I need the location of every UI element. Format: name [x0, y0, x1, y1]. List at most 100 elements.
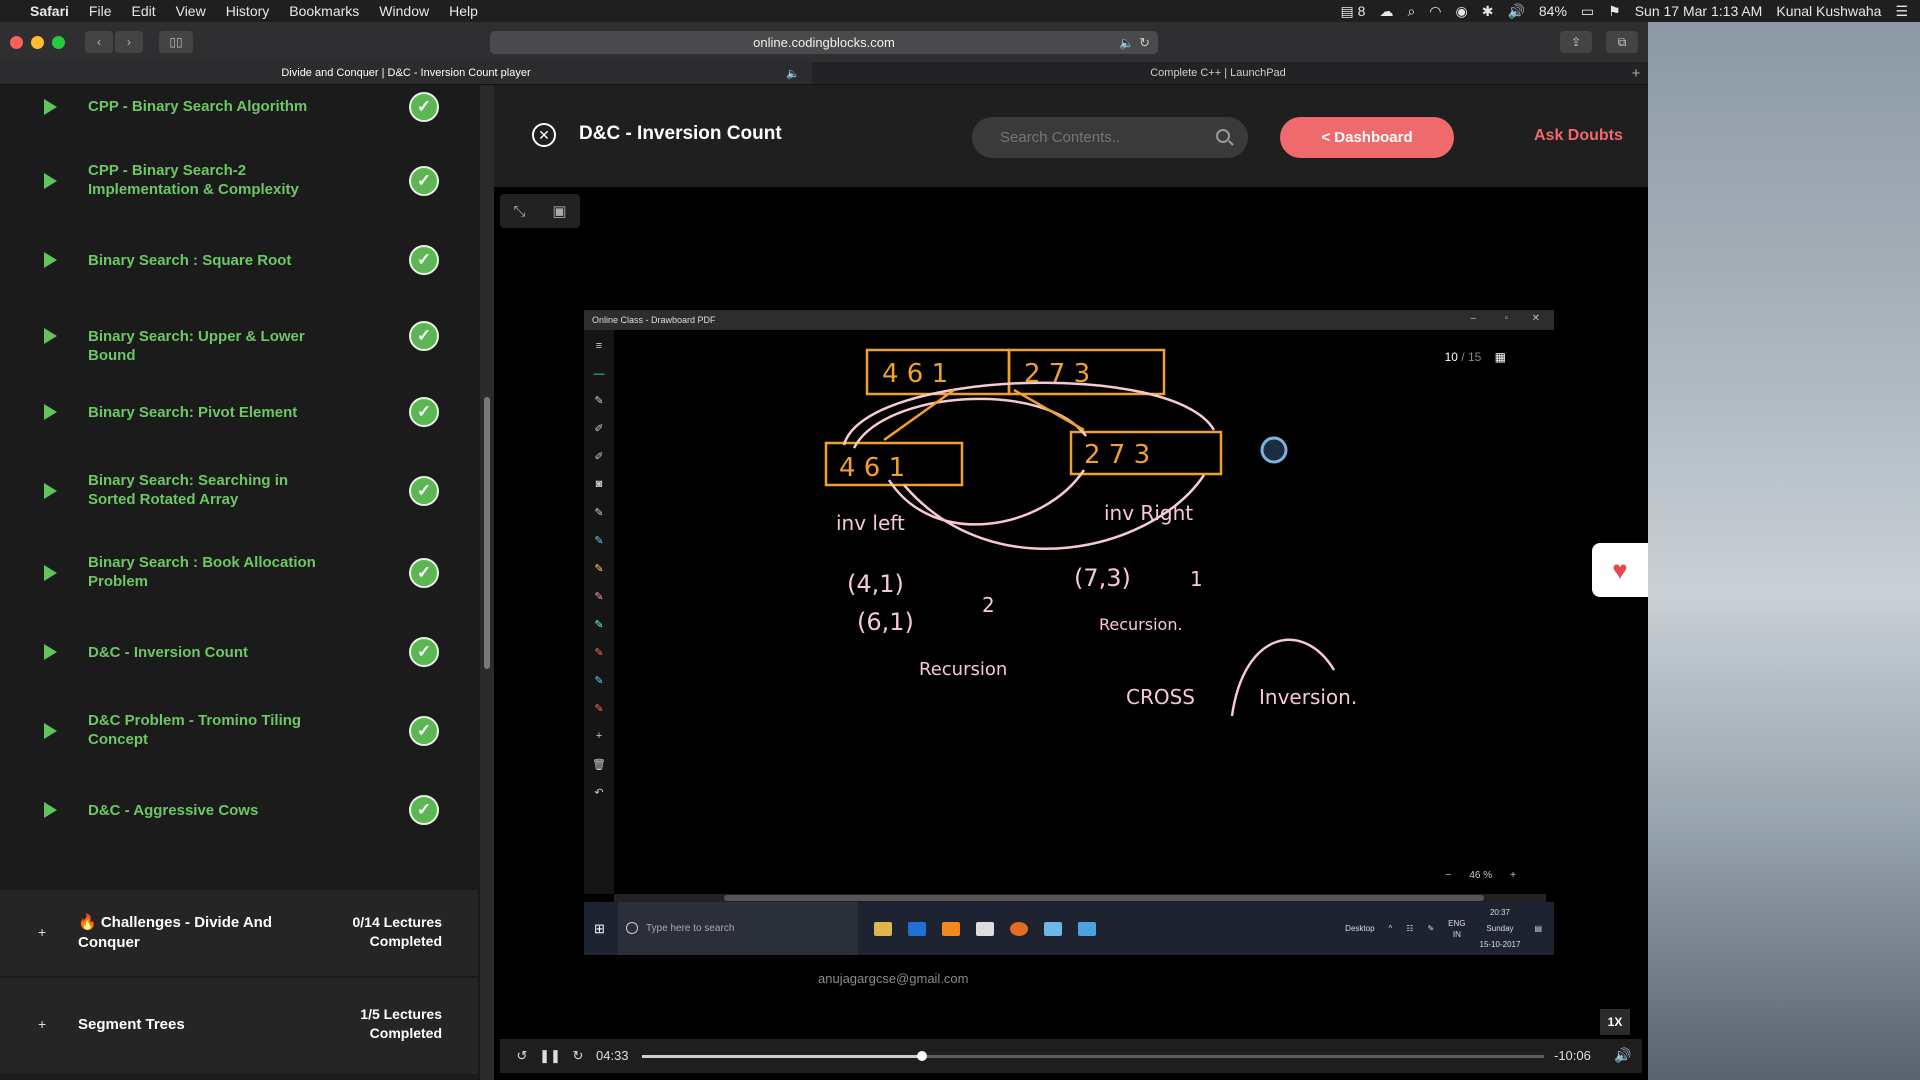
- menu-help[interactable]: Help: [449, 3, 478, 19]
- close-window-button[interactable]: [10, 35, 23, 49]
- favorite-button[interactable]: ♥: [1592, 543, 1648, 597]
- lecture-item[interactable]: CPP - Binary Search-2 Implementation & C…: [0, 161, 470, 201]
- tab-sound-icon[interactable]: 🔈: [786, 67, 800, 80]
- notification-center-icon[interactable]: ☰: [1895, 3, 1908, 20]
- ask-doubts-link[interactable]: Ask Doubts: [1534, 127, 1623, 145]
- tab-launchpad[interactable]: Complete C++ | LaunchPad: [812, 62, 1624, 84]
- expand-icon[interactable]: ⤡: [513, 203, 525, 220]
- lecture-item[interactable]: Binary Search: Pivot Element ✓: [0, 397, 470, 427]
- zoom-in-icon: +: [1510, 870, 1516, 881]
- section-challenges[interactable]: + 🔥 Challenges - Divide And Conquer 0/14…: [0, 890, 478, 976]
- sidebar-toggle-button[interactable]: ▯▯: [159, 31, 193, 53]
- menu-file[interactable]: File: [89, 3, 112, 19]
- zoom-window-button[interactable]: [52, 35, 65, 49]
- pen-icon: ✎: [594, 535, 604, 547]
- new-tab-button[interactable]: +: [1624, 62, 1648, 84]
- user-name[interactable]: Kunal Kushwaha: [1776, 3, 1881, 19]
- video-frame[interactable]: Online Class - Drawboard PDF – ▫ ✕ ≡ — ✎…: [584, 310, 1554, 955]
- plus-icon: +: [1631, 64, 1641, 82]
- siri-icon[interactable]: ◉: [1456, 3, 1468, 20]
- flag-icon[interactable]: ⚑: [1608, 3, 1621, 20]
- pause-icon[interactable]: ❚❚: [536, 1048, 564, 1064]
- lecture-item[interactable]: D&C Problem - Tromino Tiling Concept ✓: [0, 711, 470, 751]
- drawboard-canvas: 4 6 1 2 7 3 4 6 1 2 7 3 inv left inv Rig…: [614, 330, 1546, 894]
- language-code: ENG: [1448, 918, 1466, 928]
- picture-in-picture-icon[interactable]: ▣: [552, 202, 566, 220]
- play-icon: [44, 173, 57, 189]
- lecture-title: CPP - Binary Search Algorithm: [88, 98, 308, 115]
- desktop-label: Desktop: [1345, 924, 1375, 933]
- tab-audio-icon[interactable]: 🔈: [1119, 36, 1134, 50]
- forward-button[interactable]: ›: [115, 31, 143, 53]
- spotlight-icon[interactable]: ⌕: [1407, 3, 1415, 20]
- lecture-item[interactable]: Binary Search : Square Root ✓: [0, 245, 470, 275]
- section-segment-trees[interactable]: + Segment Trees 1/5 Lectures Completed: [0, 978, 478, 1074]
- lecture-title: D&C - Aggressive Cows: [88, 802, 259, 819]
- tab-player[interactable]: Divide and Conquer | D&C - Inversion Cou…: [0, 62, 812, 84]
- windows-start-icon: ⊞: [594, 920, 605, 936]
- section-count: 0/14 Lectures Completed: [352, 914, 443, 949]
- network-icon: ☷: [1406, 924, 1414, 933]
- volume-icon[interactable]: 🔊: [1507, 3, 1524, 20]
- sidebar-icon: ▯▯: [169, 35, 183, 49]
- watermark-email: anujagargcse@gmail.com: [818, 971, 969, 986]
- lecture-item[interactable]: Binary Search: Searching in Sorted Rotat…: [0, 471, 470, 511]
- windows-taskbar: ⊞ Type here to search Desktop ^ ☷ ✎ ENG …: [584, 902, 1554, 955]
- wifi-icon[interactable]: ◠: [1429, 3, 1441, 20]
- play-icon: [44, 328, 57, 344]
- lecture-item[interactable]: CPP - Binary Search Algorithm ✓: [0, 92, 470, 122]
- search-icon[interactable]: [1216, 129, 1230, 143]
- close-player-button[interactable]: ✕: [532, 123, 556, 147]
- lecture-item[interactable]: Binary Search : Book Allocation Problem …: [0, 553, 470, 593]
- notes-icon: ▤: [1340, 2, 1354, 19]
- cloud-icon[interactable]: ☁: [1379, 3, 1393, 20]
- taskbar-time: 20:37: [1489, 907, 1510, 917]
- url-text: online.codingblocks.com: [753, 35, 895, 50]
- sidebar-scrollbar[interactable]: [484, 397, 490, 669]
- heart-icon: ♥: [1612, 554, 1628, 585]
- bluetooth-icon[interactable]: ✱: [1482, 3, 1494, 20]
- back-button[interactable]: ‹: [85, 31, 113, 53]
- eraser-icon: ✐: [594, 451, 604, 463]
- menu-history[interactable]: History: [226, 3, 270, 19]
- forward-10-icon[interactable]: ↻: [564, 1048, 592, 1064]
- menu-app-name[interactable]: Safari: [30, 3, 69, 19]
- app-icon: [1044, 921, 1062, 936]
- show-tabs-button[interactable]: ⧉: [1606, 31, 1638, 53]
- dashboard-button[interactable]: < Dashboard: [1280, 117, 1454, 158]
- volume-icon[interactable]: 🔊: [1614, 1047, 1631, 1064]
- pen-icon: ✎: [594, 591, 604, 603]
- lecture-title: Binary Search : Book Allocation Problem: [88, 554, 316, 590]
- address-bar[interactable]: online.codingblocks.com 🔈 ↻: [490, 31, 1158, 54]
- rewind-10-icon[interactable]: ↺: [508, 1048, 536, 1064]
- menu-window[interactable]: Window: [379, 3, 429, 19]
- zoom-controls: − 46 % +: [1446, 870, 1516, 881]
- menu-bookmarks[interactable]: Bookmarks: [289, 3, 359, 19]
- battery-percent[interactable]: 84%: [1539, 3, 1567, 19]
- search-input[interactable]: [972, 117, 1248, 158]
- menu-edit[interactable]: Edit: [131, 3, 155, 19]
- lecture-item[interactable]: D&C - Aggressive Cows ✓: [0, 795, 470, 825]
- player-mode-controls: ⤡ ▣: [500, 194, 580, 228]
- notification-icon: ▤: [1534, 924, 1542, 933]
- lecture-item-active[interactable]: D&C - Inversion Count ✓: [0, 637, 470, 667]
- notification-count[interactable]: ▤ 8: [1341, 3, 1366, 20]
- lecture-item[interactable]: Binary Search: Upper & Lower Bound ✓: [0, 321, 470, 364]
- progress-bar[interactable]: [642, 1051, 1544, 1061]
- pen-icon: ✎: [594, 507, 604, 519]
- chevron-left-icon: ‹: [97, 35, 101, 49]
- current-time: 04:33: [596, 1048, 629, 1063]
- grid-icon: ▦: [1494, 350, 1506, 364]
- minimize-window-button[interactable]: [31, 35, 44, 49]
- menu-view[interactable]: View: [176, 3, 206, 19]
- expand-icon: +: [38, 1016, 47, 1032]
- progress-knob[interactable]: [916, 1051, 927, 1061]
- check-icon: ✓: [409, 92, 439, 122]
- clock[interactable]: Sun 17 Mar 1:13 AM: [1635, 3, 1763, 19]
- share-button[interactable]: ⇪: [1560, 31, 1592, 53]
- photoshop-icon: [908, 921, 926, 936]
- playback-speed-button[interactable]: 1X: [1600, 1009, 1630, 1035]
- board-text: (7,3): [1074, 564, 1131, 592]
- cortana-icon: [626, 922, 638, 934]
- reload-icon[interactable]: ↻: [1139, 35, 1150, 51]
